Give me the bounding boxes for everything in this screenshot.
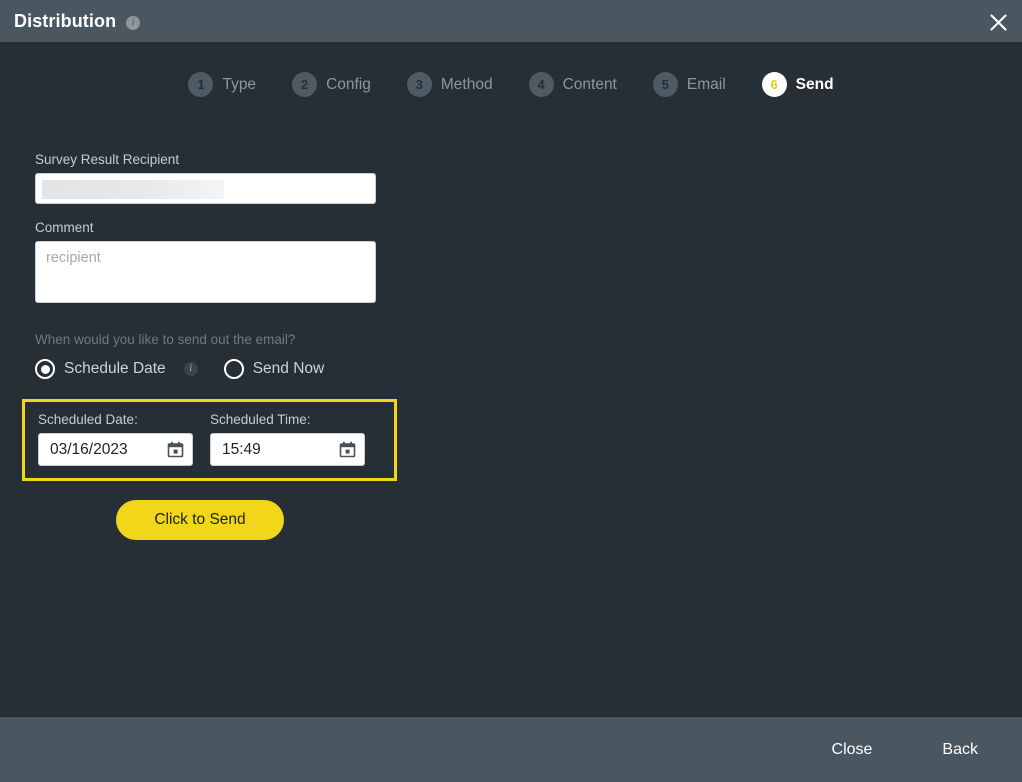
scheduled-time-group: Scheduled Time: 15:49 (210, 412, 365, 466)
distribution-dialog: Distribution i 1 Type 2 Config 3 Method (0, 0, 1022, 782)
title-info-icon[interactable]: i (126, 15, 141, 30)
step-number: 5 (652, 72, 678, 97)
recipient-input[interactable] (35, 173, 376, 204)
radio-label: Schedule Date (64, 360, 166, 377)
radio-button-icon (223, 359, 244, 379)
step-label: Method (440, 75, 493, 93)
scheduled-time-value: 15:49 (222, 440, 261, 458)
scheduled-time-label: Scheduled Time: (210, 412, 311, 427)
step-number: 2 (292, 72, 318, 97)
step-content[interactable]: 4 Content (528, 72, 617, 97)
calendar-icon[interactable] (167, 441, 184, 458)
schedule-highlight-box: Scheduled Date: 03/16/2023 Scheduled Tim… (22, 399, 397, 481)
page-title: Distribution (14, 10, 117, 31)
dialog-body: 1 Type 2 Config 3 Method 4 Content 5 Ema… (0, 42, 1022, 716)
redacted-recipient-value (42, 180, 224, 199)
dialog-footer: Close Back (0, 716, 1022, 782)
step-send[interactable]: 6 Send (761, 72, 834, 97)
scheduled-time-input[interactable]: 15:49 (210, 433, 365, 466)
scheduled-date-input[interactable]: 03/16/2023 (38, 433, 193, 466)
step-label: Config (326, 75, 371, 93)
radio-label: Send Now (252, 360, 325, 377)
when-question-label: When would you like to send out the emai… (35, 332, 296, 347)
close-icon[interactable] (984, 8, 1012, 36)
step-config[interactable]: 2 Config (292, 72, 371, 97)
calendar-icon[interactable] (339, 441, 356, 458)
recipient-label: Survey Result Recipient (35, 152, 180, 167)
step-number: 1 (188, 72, 214, 97)
step-label: Email (686, 75, 726, 93)
scheduled-date-value: 03/16/2023 (50, 440, 128, 458)
radio-schedule-date[interactable]: Schedule Date i (35, 359, 198, 379)
step-indicator: 1 Type 2 Config 3 Method 4 Content 5 Ema… (0, 42, 1022, 97)
close-button[interactable]: Close (828, 735, 877, 765)
step-label: Type (222, 75, 257, 93)
step-label: Content (562, 75, 617, 93)
click-to-send-button[interactable]: Click to Send (116, 500, 284, 540)
step-label: Send (795, 75, 834, 93)
radio-button-icon (35, 359, 55, 379)
back-button[interactable]: Back (938, 735, 982, 765)
step-number: 3 (406, 72, 432, 97)
scheduled-date-group: Scheduled Date: 03/16/2023 (38, 412, 193, 466)
comment-label: Comment (35, 220, 94, 235)
send-timing-radio-group: Schedule Date i Send Now (35, 359, 455, 379)
dialog-titlebar: Distribution i (0, 0, 1022, 42)
scheduled-date-label: Scheduled Date: (38, 412, 138, 427)
step-type[interactable]: 1 Type (188, 72, 256, 97)
step-number: 6 (761, 72, 787, 97)
step-email[interactable]: 5 Email (652, 72, 726, 97)
schedule-date-info-icon[interactable]: i (183, 362, 198, 376)
comment-input[interactable] (35, 241, 376, 303)
send-form: Survey Result Recipient Comment When wou… (22, 152, 455, 540)
step-method[interactable]: 3 Method (406, 72, 493, 97)
radio-send-now[interactable]: Send Now (223, 359, 325, 379)
step-number: 4 (528, 72, 554, 97)
